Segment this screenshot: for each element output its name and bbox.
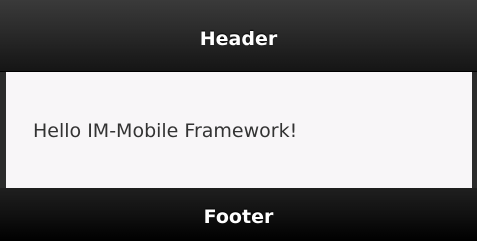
header-bar: Header (0, 0, 477, 72)
mobile-screen: Header Hello IM-Mobile Framework! Footer (0, 0, 477, 241)
content-text: Hello IM-Mobile Framework! (33, 120, 298, 142)
content-area: Hello IM-Mobile Framework! (0, 72, 477, 188)
footer-title: Footer (203, 206, 274, 228)
header-title: Header (199, 28, 278, 50)
footer-bar: Footer (0, 188, 477, 241)
